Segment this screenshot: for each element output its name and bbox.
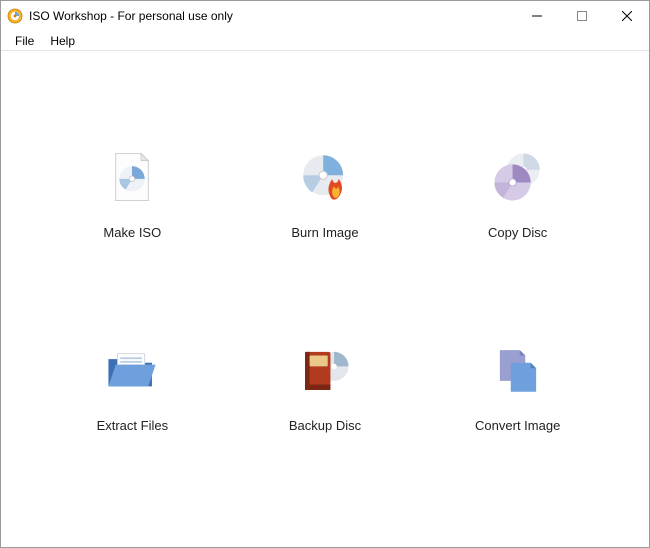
menu-help[interactable]: Help <box>42 32 83 50</box>
convert-image-icon <box>486 338 550 402</box>
backup-disc-icon <box>293 338 357 402</box>
burn-image-icon <box>293 145 357 209</box>
action-extract-files[interactable]: Extract Files <box>41 304 224 467</box>
close-button[interactable] <box>604 1 649 30</box>
app-icon <box>7 8 23 24</box>
action-label: Copy Disc <box>488 225 547 240</box>
maximize-button[interactable] <box>559 1 604 30</box>
action-burn-image[interactable]: Burn Image <box>234 111 417 274</box>
copy-disc-icon <box>486 145 550 209</box>
menubar: File Help <box>1 31 649 51</box>
content-area: Make ISO Burn Image <box>1 51 649 547</box>
titlebar: ISO Workshop - For personal use only <box>1 1 649 31</box>
action-make-iso[interactable]: Make ISO <box>41 111 224 274</box>
action-copy-disc[interactable]: Copy Disc <box>426 111 609 274</box>
action-label: Make ISO <box>103 225 161 240</box>
action-convert-image[interactable]: Convert Image <box>426 304 609 467</box>
window-title: ISO Workshop - For personal use only <box>29 9 514 23</box>
action-label: Convert Image <box>475 418 560 433</box>
extract-files-icon <box>100 338 164 402</box>
menu-file[interactable]: File <box>7 32 42 50</box>
make-iso-icon <box>100 145 164 209</box>
minimize-button[interactable] <box>514 1 559 30</box>
action-label: Burn Image <box>291 225 358 240</box>
action-label: Backup Disc <box>289 418 361 433</box>
action-backup-disc[interactable]: Backup Disc <box>234 304 417 467</box>
action-label: Extract Files <box>97 418 169 433</box>
window-controls <box>514 1 649 31</box>
